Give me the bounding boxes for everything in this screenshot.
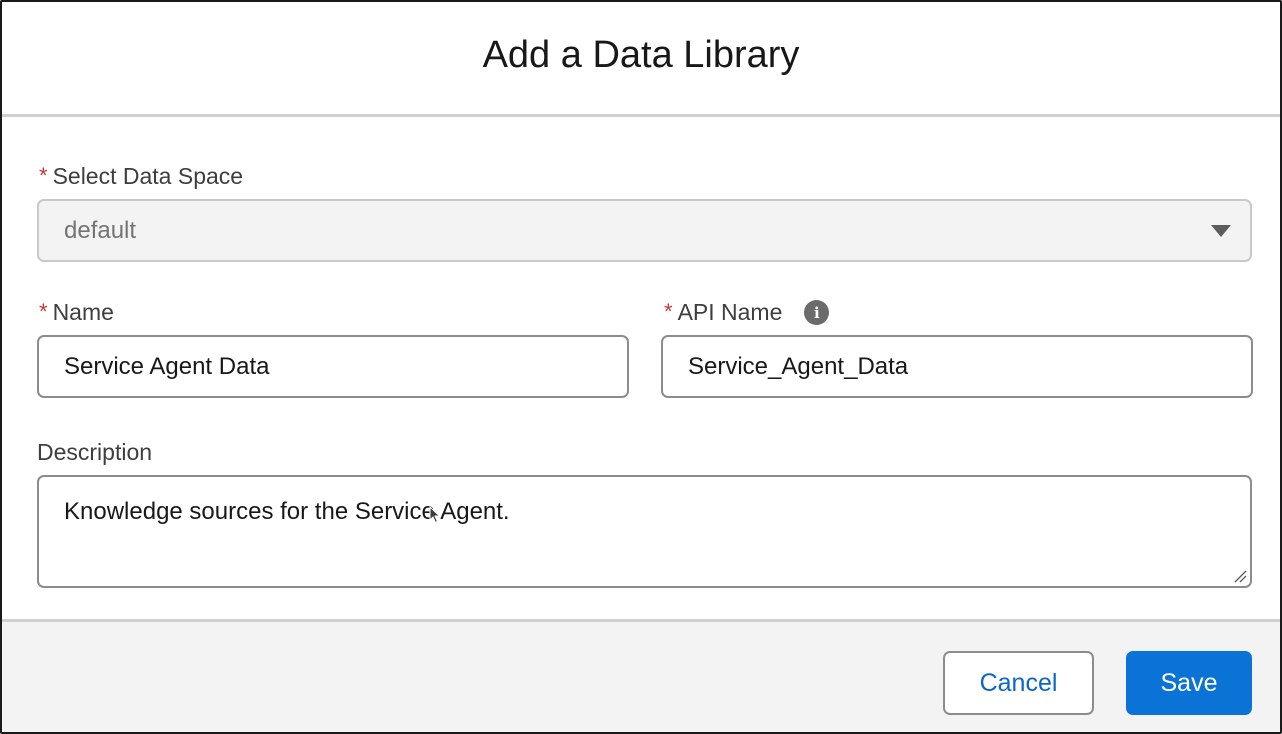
dialog-body: * Select Data Space default * Name Servi… (2, 117, 1280, 619)
description-textarea[interactable]: Knowledge sources for the Service Agent. (37, 475, 1252, 588)
api-name-value: Service_Agent_Data (688, 352, 909, 380)
data-space-label-text: Select Data Space (52, 163, 244, 189)
description-label: Description (37, 439, 152, 466)
api-name-field[interactable]: Service_Agent_Data (661, 335, 1253, 398)
mouse-cursor-icon (429, 506, 441, 524)
add-data-library-dialog: Add a Data Library * Select Data Space d… (0, 0, 1282, 734)
dialog-footer: Cancel Save (2, 619, 1280, 732)
dialog-header: Add a Data Library (2, 2, 1280, 117)
api-name-label-text: API Name (677, 299, 783, 325)
dialog-title: Add a Data Library (482, 33, 800, 76)
name-value: Service Agent Data (64, 352, 270, 380)
name-label-text: Name (52, 299, 114, 325)
name-field[interactable]: Service Agent Data (37, 335, 629, 398)
required-marker: * (39, 298, 48, 324)
save-button[interactable]: Save (1126, 651, 1252, 715)
data-space-label: * Select Data Space (39, 163, 243, 190)
name-label: * Name (39, 299, 114, 326)
data-space-value: default (64, 216, 137, 244)
data-space-select[interactable]: default (37, 199, 1252, 262)
info-icon[interactable]: i (804, 300, 830, 325)
resize-grip-icon[interactable] (1233, 569, 1247, 583)
api-name-label: * API Name i (664, 298, 830, 326)
chevron-down-icon (1211, 225, 1231, 237)
required-marker: * (664, 298, 673, 324)
description-value: Knowledge sources for the Service Agent. (64, 498, 510, 525)
description-label-text: Description (37, 439, 153, 465)
required-marker: * (39, 162, 48, 188)
cancel-button[interactable]: Cancel (943, 651, 1094, 715)
